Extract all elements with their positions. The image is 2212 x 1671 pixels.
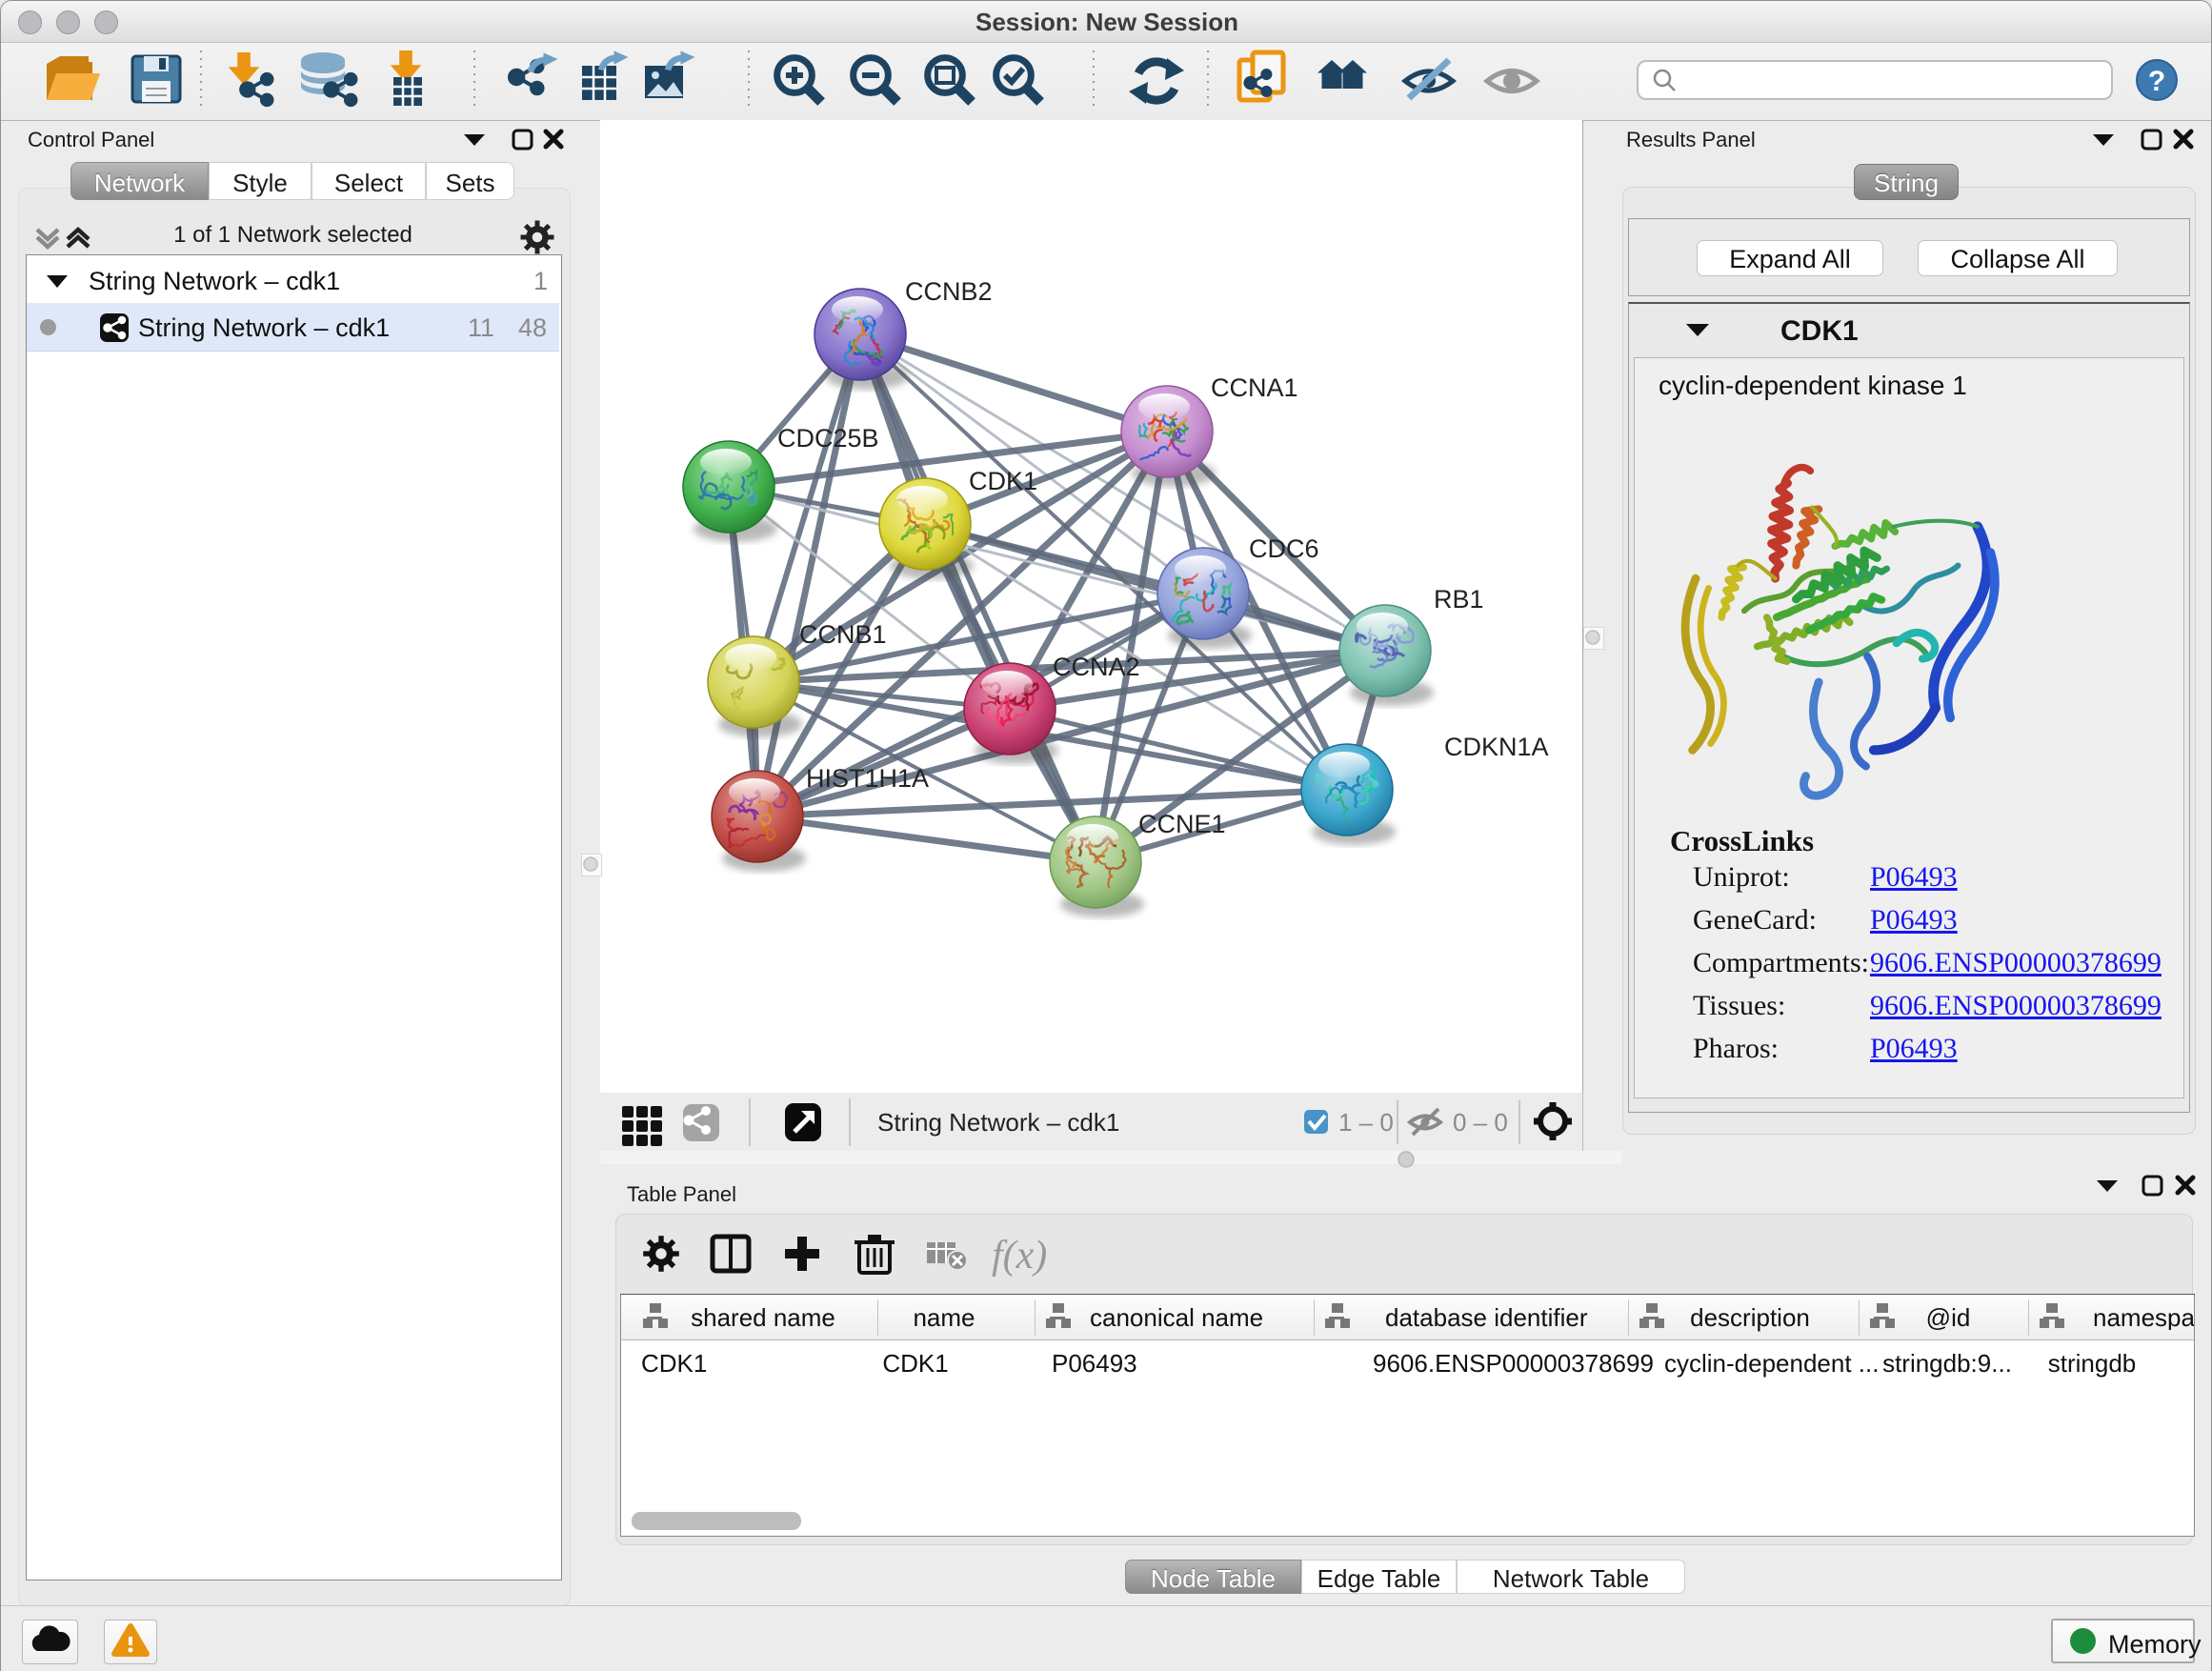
svg-text:f(x): f(x) bbox=[992, 1234, 1047, 1278]
svg-text:?: ? bbox=[2148, 66, 2165, 97]
